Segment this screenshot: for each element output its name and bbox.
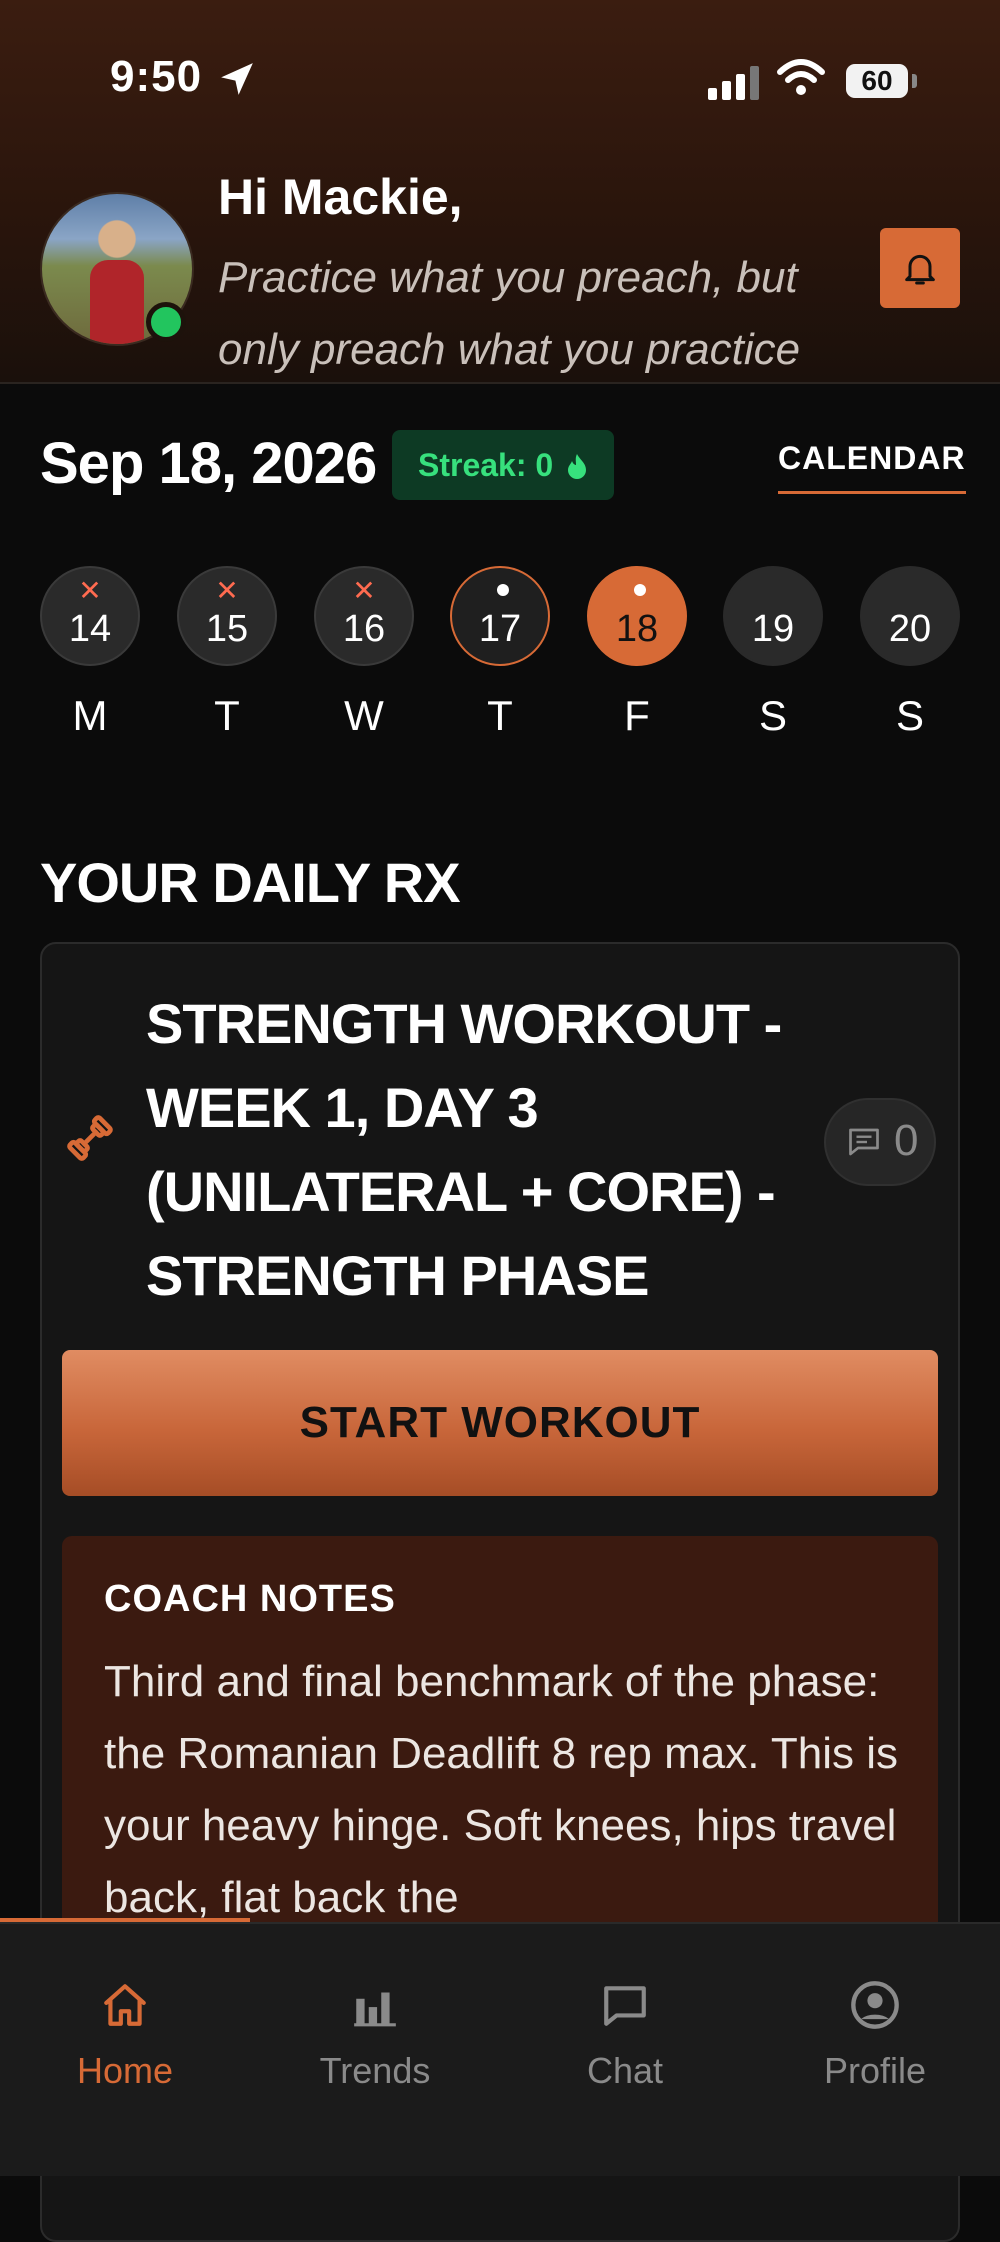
wifi-icon — [777, 59, 825, 95]
comments-button[interactable]: 0 — [824, 1098, 936, 1186]
day-15[interactable]: ✕ 15 — [177, 566, 277, 666]
bar-chart-icon — [354, 1992, 396, 2027]
active-tab-indicator — [0, 1918, 250, 1922]
cellular-signal-icon — [708, 66, 759, 100]
tab-label: Trends — [319, 2050, 431, 2091]
day-number: 19 — [751, 608, 795, 650]
tab-profile[interactable]: Profile — [750, 1972, 1000, 2092]
location-arrow-icon — [221, 63, 253, 95]
day-number: 15 — [205, 608, 249, 650]
comment-icon — [849, 1128, 879, 1156]
greeting: Hi Mackie, — [218, 169, 463, 225]
comment-count: 0 — [894, 1116, 919, 1165]
weekday-label: S — [758, 692, 787, 739]
status-time: 9:50 — [110, 52, 203, 101]
scheduled-dot — [497, 584, 509, 596]
day-number: 17 — [478, 608, 522, 650]
battery-indicator: 60 — [846, 64, 908, 98]
day-14[interactable]: ✕ 14 — [40, 566, 140, 666]
start-workout-button[interactable]: START WORKOUT — [62, 1350, 938, 1496]
day-number: 14 — [68, 608, 112, 650]
streak-label: Streak: 0 — [418, 447, 554, 483]
scheduled-dot — [634, 584, 646, 596]
tab-label: Chat — [586, 2050, 664, 2091]
weekday-label: T — [214, 692, 240, 739]
battery-tip — [912, 74, 917, 88]
day-19[interactable]: 19 — [723, 566, 823, 666]
chat-icon — [604, 1986, 646, 2026]
weekday-label: M — [72, 692, 108, 739]
day-18[interactable]: 18 — [587, 566, 687, 666]
day-20[interactable]: 20 — [860, 566, 960, 666]
day-16[interactable]: ✕ 16 — [314, 566, 414, 666]
missed-x-icon: ✕ — [215, 575, 239, 606]
weekday-label: S — [895, 692, 924, 739]
current-date: Sep 18, 2026 — [40, 431, 377, 496]
workout-title[interactable]: STRENGTH WORKOUT - WEEK 1, DAY 3 (UNILAT… — [146, 982, 786, 1318]
motivational-quote: Practice what you preach, but only preac… — [218, 253, 801, 374]
day-number: 18 — [615, 608, 659, 650]
calendar-link[interactable]: CALENDAR — [778, 440, 966, 494]
weekday-label: F — [624, 692, 650, 739]
day-number: 16 — [342, 608, 386, 650]
missed-x-icon: ✕ — [78, 575, 102, 606]
coach-notes-title: COACH NOTES — [104, 1578, 396, 1620]
bell-icon — [905, 254, 935, 285]
tab-label: Profile — [823, 2050, 927, 2091]
notifications-button[interactable] — [880, 228, 960, 308]
missed-x-icon: ✕ — [352, 575, 376, 606]
weekday-label: T — [487, 692, 513, 739]
section-title-daily-rx: YOUR DAILY RX — [40, 851, 461, 914]
online-status-dot — [146, 302, 186, 342]
tab-label: Home — [76, 2050, 174, 2091]
streak-badge: Streak: 0 — [392, 430, 615, 500]
tab-home[interactable]: Home — [0, 1972, 250, 2092]
day-17[interactable]: 17 — [450, 566, 550, 666]
user-circle-icon — [851, 1981, 899, 2029]
tab-chat[interactable]: Chat — [500, 1972, 750, 2092]
home-icon — [104, 1984, 146, 2026]
day-number: 20 — [888, 608, 932, 650]
weekday-label: W — [344, 692, 384, 739]
tab-trends[interactable]: Trends — [250, 1972, 500, 2092]
flame-icon — [568, 454, 587, 479]
coach-notes-body: Third and final benchmark of the phase: … — [104, 1657, 898, 1922]
dumbbell-icon — [67, 1115, 113, 1161]
